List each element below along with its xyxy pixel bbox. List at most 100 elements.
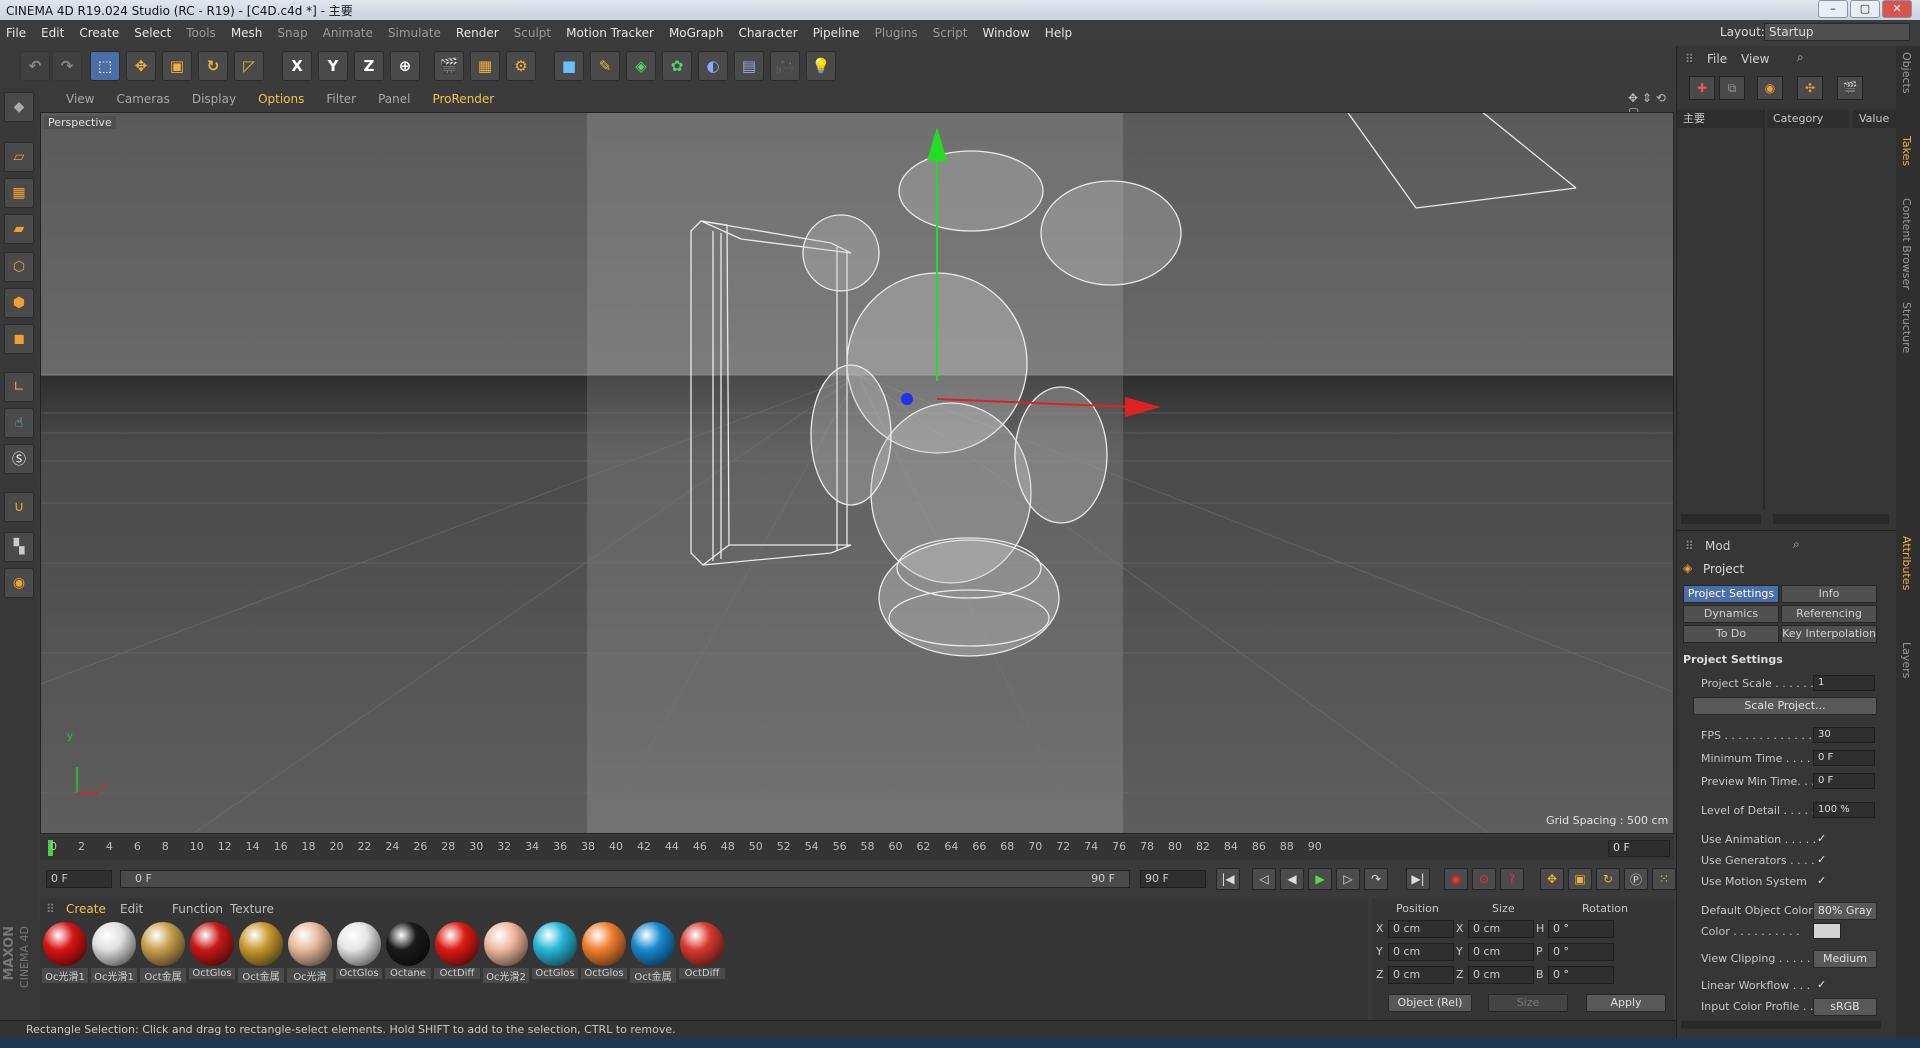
take-clone-icon[interactable]: ⧉ xyxy=(1719,76,1745,100)
preview-min-time-field[interactable]: 0 F xyxy=(1813,773,1875,789)
material-swatch[interactable]: Oc光滑1 xyxy=(91,922,137,984)
tab-to-do[interactable]: To Do xyxy=(1683,625,1779,643)
keyframe-selection-icon[interactable]: ? xyxy=(1500,868,1524,890)
mode-menu[interactable]: Mod xyxy=(1705,539,1730,553)
end-frame-field[interactable]: 90 F xyxy=(1140,870,1206,888)
material-menu-edit[interactable]: Edit xyxy=(120,902,143,916)
tab-content-browser[interactable]: Content Browser xyxy=(1900,198,1913,290)
z-axis-lock[interactable]: Z xyxy=(354,51,384,81)
key-pla-icon[interactable]: ⁙ xyxy=(1652,868,1676,890)
y-axis-lock[interactable]: Y xyxy=(318,51,348,81)
move-tool-icon[interactable]: ✥ xyxy=(126,51,156,81)
menu-help[interactable]: Help xyxy=(1045,26,1072,40)
render-settings-icon[interactable]: ⚙ xyxy=(506,51,536,81)
material-swatch[interactable]: Oct金属 xyxy=(630,922,676,984)
autokey-icon[interactable]: ⊙ xyxy=(1472,868,1496,890)
prev-frame-icon[interactable]: ◀ xyxy=(1280,868,1304,890)
apply-button[interactable]: Apply xyxy=(1586,994,1666,1012)
menu-character[interactable]: Character xyxy=(738,26,797,40)
tab-objects[interactable]: Objects xyxy=(1900,52,1913,94)
tab-layers[interactable]: Layers xyxy=(1900,642,1913,678)
cube-object-icon[interactable]: ■ xyxy=(554,51,584,81)
min-time-field[interactable]: 0 F xyxy=(1813,750,1875,766)
coord-size-field[interactable]: 0 cm xyxy=(1468,920,1534,938)
size-mode-dropdown[interactable]: Size xyxy=(1488,994,1568,1012)
camera-object-icon[interactable]: 🎥 xyxy=(770,51,800,81)
key-position-icon[interactable]: ✥ xyxy=(1540,868,1564,890)
objects-menu-file[interactable]: File xyxy=(1707,52,1727,66)
menu-select[interactable]: Select xyxy=(134,26,171,40)
axis-mode-icon[interactable]: ∟ xyxy=(4,372,34,402)
material-swatch[interactable]: Oc光滑 xyxy=(287,922,333,984)
material-swatch[interactable]: Oct金属 xyxy=(140,922,186,984)
scale-project-button[interactable]: Scale Project... xyxy=(1693,697,1877,715)
record-keys-icon[interactable]: ◉ xyxy=(1444,868,1468,890)
project-scale-field[interactable]: 1 xyxy=(1813,675,1875,691)
menu-script[interactable]: Script xyxy=(933,26,968,40)
material-menu-texture[interactable]: Texture xyxy=(230,902,274,916)
planar-workplane-icon[interactable]: ◉ xyxy=(4,568,34,598)
menu-file[interactable]: File xyxy=(6,26,26,40)
coord-pos-field[interactable]: 0 cm xyxy=(1388,943,1454,961)
workplane-mode-icon[interactable]: ▰ xyxy=(4,214,34,244)
material-swatch[interactable]: Oc光滑2 xyxy=(483,922,529,984)
play-icon[interactable]: ▶ xyxy=(1308,868,1332,890)
fps-field[interactable]: 30 xyxy=(1813,727,1875,743)
material-menu-function[interactable]: Function xyxy=(172,902,223,916)
override-group-icon[interactable]: ✣ xyxy=(1797,76,1823,100)
coord-rot-field[interactable]: 0 ° xyxy=(1548,966,1614,984)
range-slider[interactable]: 0 F 90 F xyxy=(120,870,1130,888)
close-button[interactable]: ✕ xyxy=(1882,0,1912,18)
menu-snap[interactable]: Snap xyxy=(277,26,307,40)
subdivision-generator-icon[interactable]: ◈ xyxy=(626,51,656,81)
key-scale-icon[interactable]: ▣ xyxy=(1568,868,1592,890)
points-mode-icon[interactable]: ⬡ xyxy=(4,252,34,282)
deformer-icon[interactable]: ◐ xyxy=(698,51,728,81)
go-to-end-icon[interactable]: ▶| xyxy=(1406,868,1430,890)
prev-key-icon[interactable]: ◁ xyxy=(1252,868,1276,890)
menu-create[interactable]: Create xyxy=(79,26,119,40)
material-swatch[interactable]: OctGlos xyxy=(532,922,578,984)
input-color-profile-dropdown[interactable]: sRGB xyxy=(1813,998,1877,1016)
floor-object-icon[interactable]: ▤ xyxy=(734,51,764,81)
menu-sculpt[interactable]: Sculpt xyxy=(514,26,551,40)
default-color-dropdown[interactable]: 80% Gray xyxy=(1813,902,1877,920)
menu-plugins[interactable]: Plugins xyxy=(875,26,918,40)
tab-takes[interactable]: Takes xyxy=(1900,136,1913,166)
viewport-menu-display[interactable]: Display xyxy=(192,92,236,106)
menu-motion-tracker[interactable]: Motion Tracker xyxy=(566,26,654,40)
material-swatch[interactable]: Oc光滑1 xyxy=(42,922,88,984)
rotate-tool-icon[interactable]: ↻ xyxy=(198,51,228,81)
objects-menu-view[interactable]: View xyxy=(1741,52,1769,66)
lod-field[interactable]: 100 % xyxy=(1813,802,1875,818)
use-animation-checkbox[interactable]: ✓ xyxy=(1817,832,1826,845)
scale-tool-icon[interactable]: ▣ xyxy=(162,51,192,81)
edges-mode-icon[interactable]: ⬢ xyxy=(4,288,34,318)
tab-referencing[interactable]: Referencing xyxy=(1781,605,1877,623)
material-swatch[interactable]: OctDiff xyxy=(679,922,725,984)
material-swatch[interactable]: OctDiff xyxy=(434,922,480,984)
menu-simulate[interactable]: Simulate xyxy=(388,26,441,40)
viewport-menu-options[interactable]: Options xyxy=(258,92,304,106)
take-add-icon[interactable]: ✚ xyxy=(1689,76,1715,100)
coord-size-field[interactable]: 0 cm xyxy=(1468,966,1534,984)
3d-viewport[interactable]: y x xyxy=(40,112,1674,834)
coord-mode-dropdown[interactable]: Object (Rel) xyxy=(1388,994,1472,1012)
use-motion-checkbox[interactable]: ✓ xyxy=(1817,874,1826,887)
material-menu-create[interactable]: Create xyxy=(66,902,106,916)
take-render-icon[interactable]: 🎬 xyxy=(1837,76,1863,100)
override-icon[interactable]: ◉ xyxy=(1757,76,1783,100)
maximize-button[interactable]: ▢ xyxy=(1850,0,1880,18)
h-scrollbar-left[interactable] xyxy=(1681,514,1761,524)
viewport-menu-prorender[interactable]: ProRender xyxy=(432,92,494,106)
next-frame-icon[interactable]: ▷ xyxy=(1336,868,1360,890)
make-editable-icon[interactable]: ◆ xyxy=(4,92,34,122)
tab-structure[interactable]: Structure xyxy=(1900,302,1913,353)
viewport-menu-view[interactable]: View xyxy=(66,92,94,106)
texture-mode-icon[interactable]: ▦ xyxy=(4,178,34,208)
menu-tools[interactable]: Tools xyxy=(186,26,216,40)
tab-info[interactable]: Info xyxy=(1781,585,1877,603)
linear-workflow-checkbox[interactable]: ✓ xyxy=(1817,978,1826,991)
viewport-menu-panel[interactable]: Panel xyxy=(378,92,410,106)
menu-pipeline[interactable]: Pipeline xyxy=(813,26,860,40)
